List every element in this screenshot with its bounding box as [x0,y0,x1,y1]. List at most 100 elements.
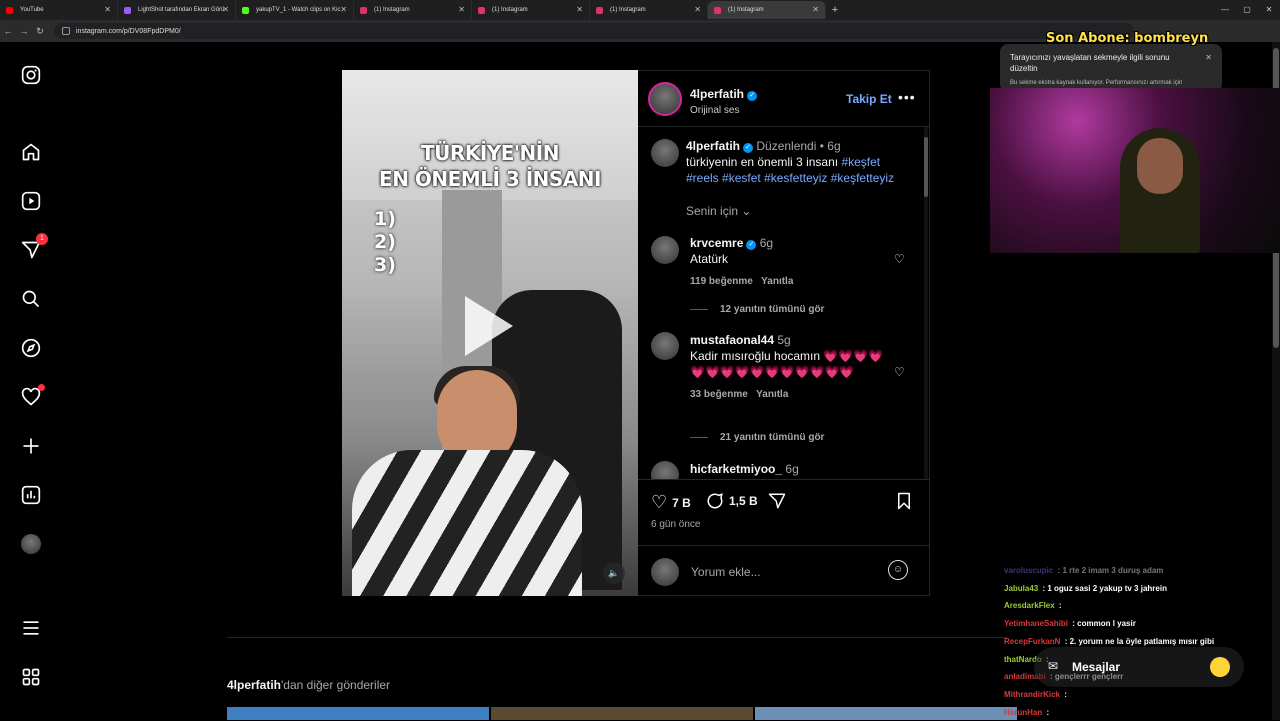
instagram-logo-icon[interactable] [20,64,42,86]
post-header: 4lperfatih ✓ Orijinal ses Takip Et ••• [638,71,930,127]
tab-title: (1) Instagram [610,7,646,13]
caption-hashtag[interactable]: #keşfet [841,155,880,169]
comments-scrollbar[interactable] [924,127,928,479]
dashboard-icon[interactable] [20,484,42,506]
menu-icon[interactable] [20,617,42,639]
apps-icon[interactable] [20,666,42,688]
view-replies-button[interactable]: 21 yanıtın tümünü gör [690,432,824,443]
comment-likes[interactable]: 33 beğenme [690,389,748,400]
chevron-down-icon: ⌄ [741,204,752,218]
close-window-icon[interactable]: ✕ [1258,0,1280,20]
tab-close-icon[interactable]: ✕ [222,5,229,14]
browser-tab[interactable]: LightShot tarafından Ekran Görü ✕ [118,1,236,19]
reload-icon[interactable]: ↻ [32,26,48,37]
caption-avatar[interactable] [651,139,679,167]
bookmark-icon [898,492,910,510]
view-replies-label: 12 yanıtın tümünü gör [720,304,825,315]
comment-like-icon[interactable]: ♡ [894,365,905,379]
comment-likes[interactable]: 119 beğenme [690,276,753,287]
comment-avatar[interactable] [651,332,679,360]
home-icon[interactable] [20,141,42,163]
notifications-heart-icon[interactable] [20,384,45,408]
more-options-icon[interactable]: ••• [898,89,916,105]
author-username[interactable]: 4lperfatih [690,87,744,101]
performance-popup: Tarayıcınızı yavaşlatan sekmeyle ilgili … [1000,44,1222,92]
comment-username[interactable]: hicfarketmiyoo_ [690,462,782,476]
messages-icon[interactable]: 1 [20,233,48,261]
chat-username[interactable]: AresdarkFlex [1004,601,1055,610]
chat-username[interactable]: YetimhaneSahibi [1004,619,1068,628]
explore-icon[interactable] [20,337,42,359]
follow-button[interactable]: Takip Et [846,92,892,106]
profile-avatar[interactable] [20,533,42,555]
audio-label[interactable]: Orijinal ses [690,105,757,116]
browser-tab[interactable]: (1) Instagram ✕ [590,1,708,19]
browser-tab[interactable]: (1) Instagram ✕ [708,1,826,19]
chat-username[interactable]: MithrandirKick [1004,690,1060,699]
reels-icon[interactable] [20,190,42,212]
chat-message: YetimhaneSahibi : common l yasir [1004,615,1274,633]
chat-username[interactable]: RecepFurkanN [1004,637,1060,646]
browser-tab-bar: YouTube ✕ LightShot tarafından Ekran Görü ✕… [0,0,1280,20]
chat-text: 2. yorum ne la öyle patlamış mısır gibi [1069,636,1215,646]
emoji-icon[interactable]: ☺ [888,560,908,580]
tab-close-icon[interactable]: ✕ [812,5,819,14]
browser-tab[interactable]: yakupTV_1 - Watch clips on Kic ✕ [236,1,354,19]
post-thumbnail[interactable] [227,707,489,720]
search-icon[interactable] [20,288,42,310]
create-icon[interactable] [20,435,42,457]
tab-close-icon[interactable]: ✕ [576,5,583,14]
browser-tab[interactable]: YouTube ✕ [0,1,118,19]
reel-video[interactable]: TÜRKİYE'NİN EN ÖNEMLİ 3 İNSANI 1) 2) 3) … [342,70,638,596]
comment-avatar[interactable] [651,461,679,479]
site-info-icon[interactable] [62,27,70,35]
comments-scroll-thumb[interactable] [924,137,928,197]
browser-tab[interactable]: (1) Instagram ✕ [472,1,590,19]
caption-hashtags[interactable]: #reels #kesfet #kesfetteyiz #keşfetteyiz [686,170,916,186]
tab-close-icon[interactable]: ✕ [694,5,701,14]
comment-like-icon[interactable]: ♡ [894,252,905,266]
close-icon[interactable]: ✕ [1205,52,1212,63]
comment-time: 6g [785,462,799,476]
comment-1: krvcemre ✓ 6g Atatürk 119 beğenme Yanıtla [690,235,890,290]
like-button[interactable]: ♡ 7 B [651,492,691,513]
caption-edited: Düzenlendi [756,139,817,153]
more-posts-user[interactable]: 4lperfatih [227,678,281,692]
tab-close-icon[interactable]: ✕ [340,5,347,14]
chat-username[interactable]: Jabula43 [1004,584,1038,593]
share-button[interactable] [768,492,786,510]
comments-list: 4lperfatih ✓ Düzenlendi • 6g türkiyenin e… [638,127,930,479]
comment-button[interactable]: 1,5 B [706,492,758,510]
tab-close-icon[interactable]: ✕ [458,5,465,14]
maximize-icon[interactable]: ▢ [1236,0,1258,20]
browser-tab[interactable]: (1) Instagram ✕ [354,1,472,19]
add-comment-input[interactable]: Yorum ekle... [691,565,761,579]
reply-button[interactable]: Yanıtla [756,389,788,400]
view-replies-label: 21 yanıtın tümünü gör [720,432,825,443]
chat-username[interactable]: HarunHan [1004,708,1042,717]
mute-icon[interactable]: 🔈 [603,562,625,584]
new-tab-button[interactable]: + [826,4,844,16]
back-icon[interactable]: ← [0,26,16,36]
messages-bar[interactable]: ✉ Mesajlar [1034,647,1244,687]
video-title-line-2: EN ÖNEMLİ 3 İNSANI [379,167,601,191]
for-you-filter[interactable]: Senin için ⌄ [686,204,751,218]
tab-favicon-icon [596,7,603,14]
more-posts-suffix: 'dan diğer gönderiler [281,678,391,692]
reply-button[interactable]: Yanıtla [761,276,793,287]
view-replies-button[interactable]: 12 yanıtın tümünü gör [690,304,824,315]
caption-username[interactable]: 4lperfatih [686,139,740,153]
play-icon[interactable] [465,296,513,356]
url-field[interactable]: instagram.com/p/DV08FpdDPM0/ [54,23,1134,39]
forward-icon[interactable]: → [16,26,32,36]
author-avatar[interactable] [648,82,682,116]
post-thumbnail[interactable] [755,707,1017,720]
minimize-icon[interactable]: — [1214,0,1236,20]
comment-username[interactable]: krvcemre [690,236,743,250]
post-thumbnail[interactable] [491,707,753,720]
chat-username[interactable]: varoluscupic [1004,566,1053,575]
tab-close-icon[interactable]: ✕ [104,5,111,14]
comment-avatar[interactable] [651,236,679,264]
save-button[interactable] [896,492,912,510]
comment-username[interactable]: mustafaonal44 [690,333,774,347]
